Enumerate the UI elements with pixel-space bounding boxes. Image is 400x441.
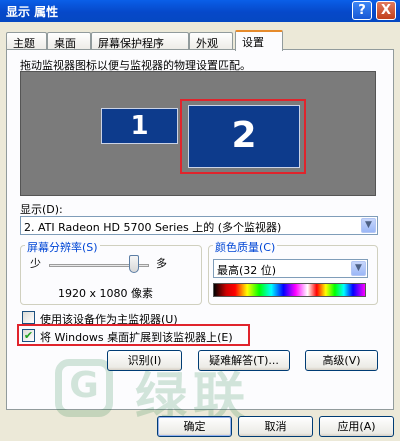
monitor-2-icon[interactable]: 2 xyxy=(188,105,300,168)
display-select[interactable]: 2. ATI Radeon HD 5700 Series 上的 (多个监视器) … xyxy=(20,216,378,235)
troubleshoot-button[interactable]: 疑难解答(T)... xyxy=(198,350,290,371)
display-label: 显示(D): xyxy=(20,203,63,216)
tab-desktop[interactable]: 桌面 xyxy=(47,32,91,50)
resolution-slider-thumb[interactable] xyxy=(129,255,139,273)
resolution-value: 1920 x 1080 像素 xyxy=(58,287,153,300)
tab-appearance[interactable]: 外观 xyxy=(189,32,233,50)
resolution-group-label: 屏幕分辨率(S) xyxy=(25,239,100,255)
window-title: 显示 属性 xyxy=(6,5,59,19)
monitor-layout-area: 1 2 xyxy=(20,71,376,196)
tab-theme[interactable]: 主题 xyxy=(6,32,47,50)
chevron-down-icon[interactable]: ▼ xyxy=(351,261,366,276)
apply-button[interactable]: 应用(A) xyxy=(319,416,394,437)
extend-desktop-checkbox[interactable]: ✔ xyxy=(22,329,35,342)
ok-button[interactable]: 确定 xyxy=(157,416,232,437)
primary-monitor-checkbox[interactable] xyxy=(22,311,35,324)
color-quality-select[interactable]: 最高(32 位) ▼ xyxy=(213,259,368,278)
close-button[interactable]: X xyxy=(376,1,396,20)
tab-screensaver[interactable]: 屏幕保护程序 xyxy=(91,32,189,50)
identify-button[interactable]: 识别(I) xyxy=(107,350,182,371)
resolution-less-label: 少 xyxy=(30,257,41,270)
monitor-1-icon[interactable]: 1 xyxy=(101,108,178,144)
title-bar[interactable]: 显示 属性 ? X xyxy=(0,0,400,22)
display-select-value: 2. ATI Radeon HD 5700 Series 上的 (多个监视器) xyxy=(24,221,282,234)
resolution-more-label: 多 xyxy=(156,257,167,270)
tab-settings[interactable]: 设置 xyxy=(235,30,283,51)
color-spectrum-preview xyxy=(213,283,366,297)
advanced-button[interactable]: 高级(V) xyxy=(305,350,378,371)
chevron-down-icon[interactable]: ▼ xyxy=(361,218,376,233)
help-button[interactable]: ? xyxy=(352,1,372,20)
cancel-button[interactable]: 取消 xyxy=(238,416,313,437)
extend-desktop-label: 将 Windows 桌面扩展到该监视器上(E) xyxy=(40,331,233,344)
color-quality-group-label: 颜色质量(C) xyxy=(213,239,278,255)
color-quality-value: 最高(32 位) xyxy=(217,264,277,277)
